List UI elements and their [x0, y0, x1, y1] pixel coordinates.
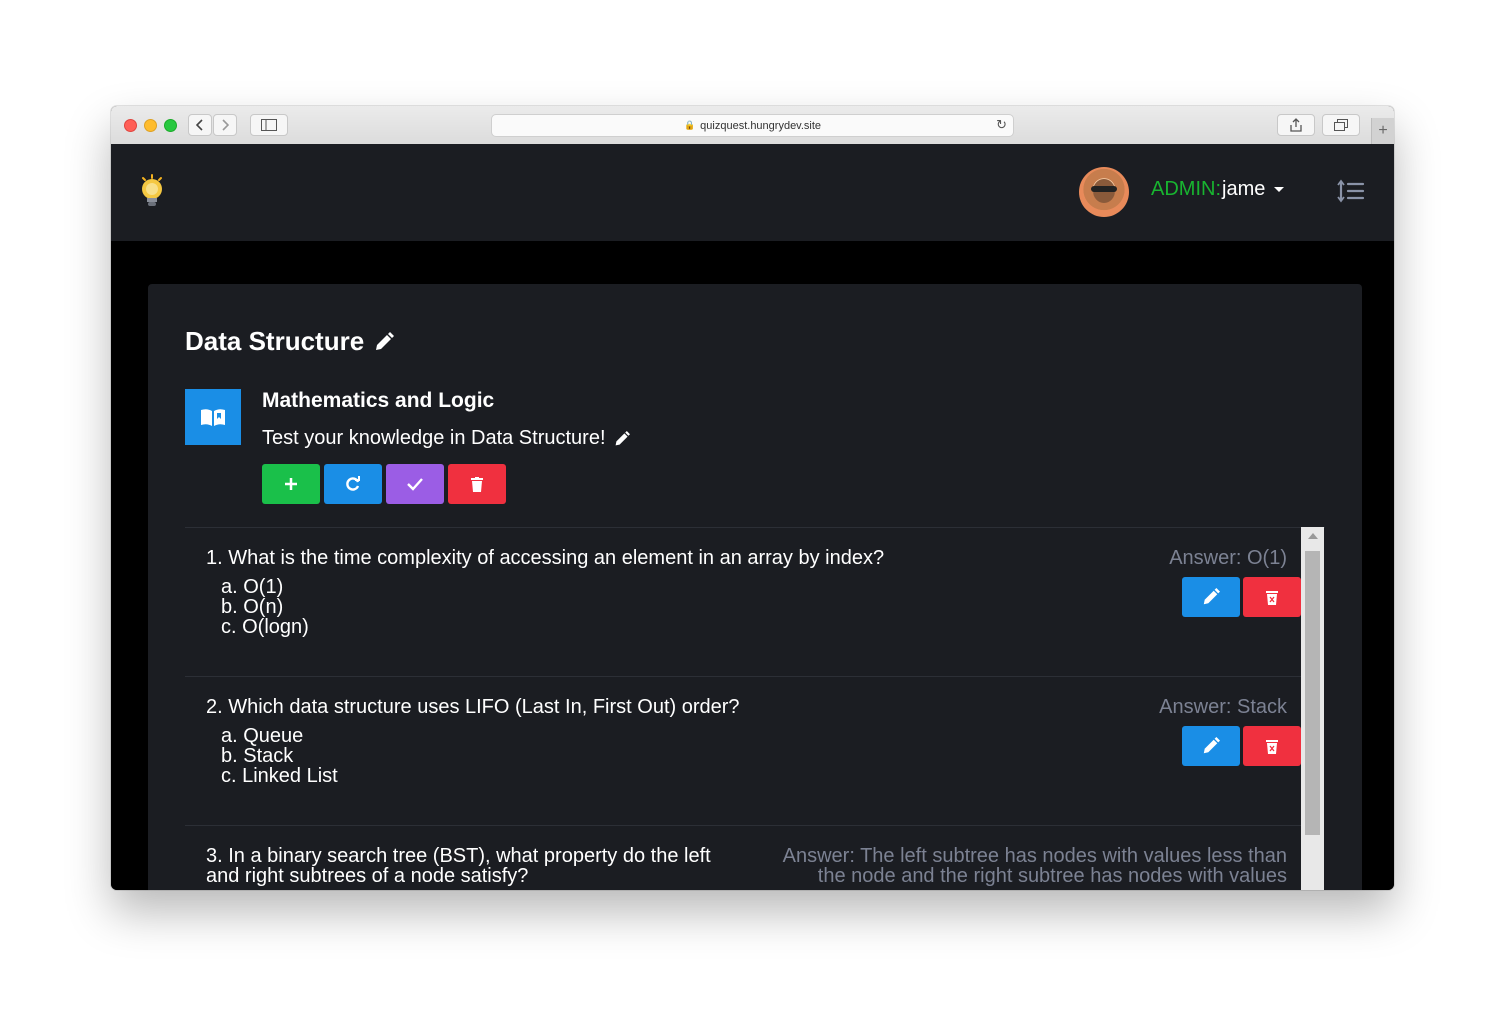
option: c. Linked List: [221, 765, 338, 787]
browser-toolbar: 🔒 quizquest.hungrydev.site ↻ +: [111, 106, 1394, 145]
forward-button[interactable]: [213, 114, 237, 136]
pencil-icon: [1203, 588, 1220, 605]
question-list: 1. What is the time complexity of access…: [185, 527, 1325, 890]
scroll-up-arrow-icon[interactable]: [1308, 533, 1318, 539]
check-icon: [407, 478, 423, 491]
app-header: ADMIN: jame: [111, 144, 1394, 241]
question-actions: [1182, 577, 1301, 617]
question-options: a. O(1) b. O(n) c. O(logn): [221, 577, 309, 637]
question-text: 1. What is the time complexity of access…: [206, 547, 885, 569]
answer-text: Answer: Stack: [1159, 696, 1287, 718]
scrollbar-thumb[interactable]: [1305, 551, 1320, 835]
pencil-icon[interactable]: [374, 331, 395, 352]
category-title: Mathematics and Logic: [262, 389, 495, 412]
sidebar-toggle-button[interactable]: [250, 114, 288, 136]
tabs-overview-button[interactable]: [1322, 114, 1360, 136]
delete-question-button[interactable]: [1243, 726, 1301, 766]
option: c. O(logn): [221, 616, 309, 638]
option: a. O(1): [221, 576, 284, 598]
pencil-icon: [1203, 737, 1220, 754]
tabs-icon: [1334, 119, 1348, 131]
chevron-left-icon: [196, 119, 203, 131]
delete-question-button[interactable]: [1243, 577, 1301, 617]
quiz-title-text: Data Structure: [185, 326, 365, 356]
share-button[interactable]: [1277, 114, 1315, 136]
avatar[interactable]: [1079, 167, 1129, 217]
refresh-button[interactable]: [324, 464, 382, 504]
answer-text: Answer: The left subtree has nodes with …: [782, 845, 1287, 887]
zoom-window-button[interactable]: [164, 119, 177, 132]
trash-icon: [1266, 739, 1278, 754]
category-tile: [185, 389, 241, 445]
back-button[interactable]: [188, 114, 212, 136]
question-text: 3. In a binary search tree (BST), what p…: [206, 845, 711, 887]
quiz-card: Data Structure Mathematics and Logic Tes…: [148, 284, 1362, 890]
trash-icon: [1266, 590, 1278, 605]
reload-icon[interactable]: ↻: [996, 117, 1007, 133]
book-icon: [201, 409, 225, 426]
quiz-description-text: Test your knowledge in Data Structure!: [262, 427, 606, 449]
history-nav: [188, 114, 239, 136]
question-text: 2. Which data structure uses LIFO (Last …: [206, 696, 740, 718]
edit-question-button[interactable]: [1182, 577, 1240, 617]
url-text: quizquest.hungrydev.site: [700, 119, 822, 132]
answer-text: Answer: O(1): [1169, 547, 1287, 569]
browser-window: 🔒 quizquest.hungrydev.site ↻ + ADMIN: ja…: [111, 106, 1394, 890]
chevron-right-icon: [222, 119, 229, 131]
question-options: a. Queue b. Stack c. Linked List: [221, 726, 338, 786]
question-item: 1. What is the time complexity of access…: [185, 528, 1301, 677]
share-icon: [1290, 118, 1302, 132]
pencil-icon[interactable]: [614, 430, 630, 447]
option: a. Queue: [221, 725, 304, 747]
close-window-button[interactable]: [124, 119, 137, 132]
main-content: Data Structure Mathematics and Logic Tes…: [111, 241, 1394, 890]
quiz-actions: [262, 464, 506, 504]
publish-button[interactable]: [386, 464, 444, 504]
quiz-description: Test your knowledge in Data Structure!: [262, 427, 630, 450]
question-list-scrollbar[interactable]: [1301, 527, 1324, 890]
sidebar-icon: [261, 119, 277, 131]
admin-role-label: ADMIN:: [1151, 178, 1221, 200]
question-actions: [1182, 726, 1301, 766]
sort-list-icon[interactable]: [1337, 179, 1365, 203]
question-item: 3. In a binary search tree (BST), what p…: [185, 826, 1301, 890]
trash-icon: [471, 476, 483, 492]
address-bar[interactable]: 🔒 quizquest.hungrydev.site ↻: [491, 114, 1014, 137]
refresh-icon: [346, 476, 360, 491]
option: b. Stack: [221, 745, 294, 767]
caret-down-icon[interactable]: [1274, 187, 1284, 192]
plus-icon: [285, 478, 297, 490]
delete-quiz-button[interactable]: [448, 464, 506, 504]
add-question-button[interactable]: [262, 464, 320, 504]
question-item: 2. Which data structure uses LIFO (Last …: [185, 677, 1301, 826]
quiz-title: Data Structure: [185, 326, 395, 357]
edit-question-button[interactable]: [1182, 726, 1240, 766]
minimize-window-button[interactable]: [144, 119, 157, 132]
option: b. O(n): [221, 596, 284, 618]
lightbulb-logo-icon[interactable]: [137, 174, 167, 210]
lock-icon: 🔒: [683, 120, 696, 130]
new-tab-button[interactable]: +: [1371, 118, 1394, 144]
username-dropdown[interactable]: jame: [1222, 178, 1265, 201]
